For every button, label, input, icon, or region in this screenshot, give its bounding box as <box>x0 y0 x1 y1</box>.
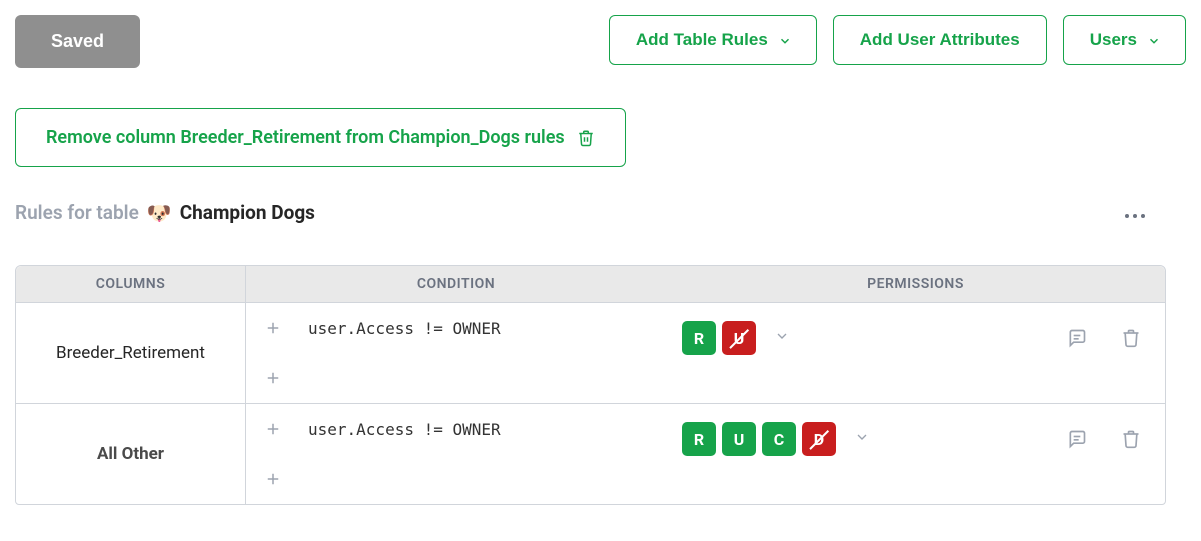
trash-icon <box>577 129 595 147</box>
permission-badge-r[interactable]: R <box>682 422 716 456</box>
add-condition-button[interactable] <box>262 418 284 440</box>
comment-icon[interactable] <box>1067 429 1087 449</box>
users-button[interactable]: Users <box>1063 15 1186 65</box>
rules-heading-table-name: Champion Dogs <box>180 201 315 224</box>
add-condition-button[interactable] <box>262 367 284 389</box>
permissions-cell: RUCD <box>666 404 987 504</box>
table-row: Breeder_Retirement user.Access != OWNER RU <box>16 303 1165 404</box>
dog-icon: 🐶 <box>147 203 172 223</box>
permission-badge-r[interactable]: R <box>682 321 716 355</box>
permission-badge-c[interactable]: C <box>762 422 796 456</box>
add-user-attributes-label: Add User Attributes <box>860 30 1020 50</box>
condition-text[interactable]: user.Access != OWNER <box>308 420 501 439</box>
remove-column-label: Remove column Breeder_Retirement from Ch… <box>46 127 565 148</box>
condition-header: CONDITION <box>246 266 666 303</box>
saved-button: Saved <box>15 15 140 68</box>
permission-badge-d[interactable]: D <box>802 422 836 456</box>
chevron-down-icon <box>778 34 790 46</box>
add-condition-button[interactable] <box>262 468 284 490</box>
add-table-rules-button[interactable]: Add Table Rules <box>609 15 817 65</box>
permissions-expand-icon[interactable] <box>774 328 790 348</box>
condition-cell: user.Access != OWNER <box>246 404 666 504</box>
delete-rule-icon[interactable] <box>1121 429 1141 449</box>
scroll-area[interactable]: Rules for table 🐶 Champion Dogs COLUMNS … <box>15 200 1186 541</box>
add-user-attributes-button[interactable]: Add User Attributes <box>833 15 1047 65</box>
permission-badge-u[interactable]: U <box>722 422 756 456</box>
actions-cell <box>987 303 1165 404</box>
add-condition-button[interactable] <box>262 317 284 339</box>
permissions-header: PERMISSIONS <box>666 266 1165 303</box>
permissions-expand-icon[interactable] <box>854 429 870 449</box>
table-row: All Other user.Access != OWNER RUCD <box>16 404 1165 504</box>
permissions-cell: RU <box>666 303 987 404</box>
rules-heading: Rules for table 🐶 Champion Dogs <box>15 201 315 224</box>
add-table-rules-label: Add Table Rules <box>636 30 768 50</box>
delete-rule-icon[interactable] <box>1121 328 1141 348</box>
rules-table: COLUMNS CONDITION PERMISSIONS Breeder_Re… <box>15 265 1166 505</box>
column-name-cell: All Other <box>16 404 246 504</box>
more-icon[interactable] <box>1124 200 1146 225</box>
columns-header: COLUMNS <box>16 266 246 303</box>
comment-icon[interactable] <box>1067 328 1087 348</box>
rules-heading-prefix: Rules for table <box>15 201 139 224</box>
users-label: Users <box>1090 30 1137 50</box>
column-name-cell: Breeder_Retirement <box>16 303 246 404</box>
condition-cell: user.Access != OWNER <box>246 303 666 404</box>
remove-column-button[interactable]: Remove column Breeder_Retirement from Ch… <box>15 108 626 167</box>
condition-text[interactable]: user.Access != OWNER <box>308 319 501 338</box>
actions-cell <box>987 404 1165 504</box>
chevron-down-icon <box>1147 34 1159 46</box>
permission-badge-u[interactable]: U <box>722 321 756 355</box>
